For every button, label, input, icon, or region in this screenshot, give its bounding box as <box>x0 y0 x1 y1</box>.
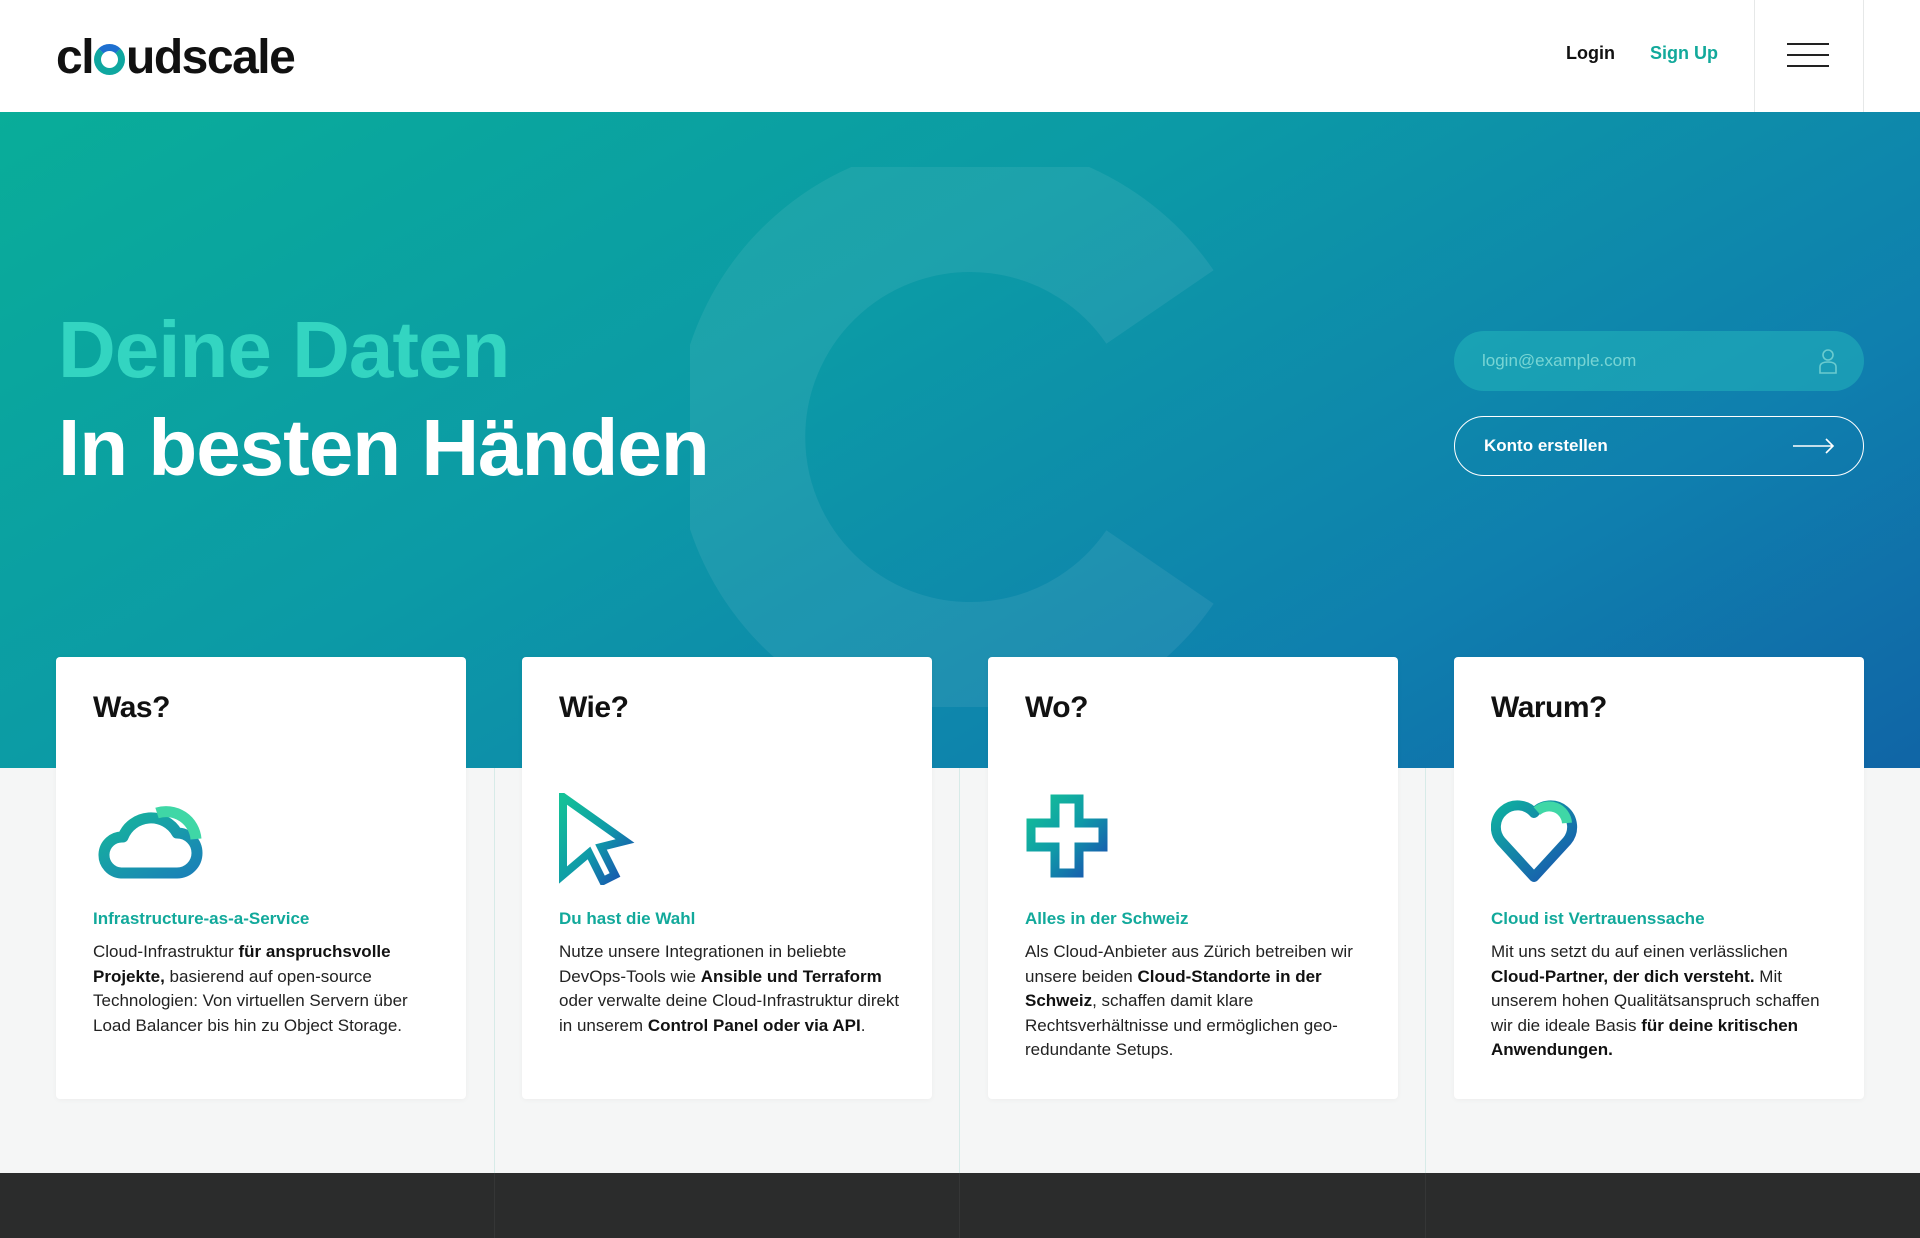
cursor-icon <box>559 793 635 885</box>
card-subtitle: Alles in der Schweiz <box>1025 909 1189 928</box>
card-text: . <box>860 1015 866 1035</box>
create-account-label: Konto erstellen <box>1484 436 1608 455</box>
card-description: Cloud-Infrastruktur für anspruchsvolle P… <box>93 940 438 1038</box>
background-c-ring-icon <box>690 167 1214 707</box>
feature-card-was: Was? Infrastructure-as-a-Service Cloud-I… <box>56 657 466 1099</box>
card-text-bold: Control Panel oder via API <box>647 1015 861 1035</box>
footer-divider <box>494 1173 495 1238</box>
signup-link[interactable]: Sign Up <box>1650 43 1718 64</box>
hamburger-menu-icon-bar <box>1787 65 1829 67</box>
card-subtitle: Du hast die Wahl <box>559 909 696 928</box>
card-description: Als Cloud-Anbieter aus Zürich betreiben … <box>1025 940 1370 1063</box>
card-heading: Was? <box>93 691 170 724</box>
email-input[interactable] <box>1454 331 1864 391</box>
feature-card-wie: Wie? Du hast die Wahl Nutze unsere Integ… <box>522 657 932 1099</box>
card-description: Mit uns setzt du auf einen verlässlichen… <box>1491 940 1836 1063</box>
hamburger-menu-icon-bar <box>1787 54 1829 56</box>
arrow-right-icon <box>1793 438 1835 454</box>
cloud-icon <box>98 806 203 879</box>
cloudscale-logo[interactable]: cl udscale <box>56 30 296 85</box>
site-header: cl udscale Login Sign Up <box>0 0 1920 112</box>
hamburger-menu-button[interactable] <box>1755 0 1863 112</box>
footer-band <box>0 1173 1920 1238</box>
card-text: Cloud-Infrastruktur <box>93 942 239 961</box>
header-divider <box>1863 0 1864 112</box>
card-subtitle: Infrastructure-as-a-Service <box>93 909 310 928</box>
footer-divider <box>1425 1173 1426 1238</box>
login-link[interactable]: Login <box>1566 43 1615 64</box>
swiss-cross-icon <box>1026 794 1108 878</box>
logo-ring-icon <box>94 44 126 75</box>
heart-icon <box>1491 800 1578 882</box>
card-text-bold: Ansible und Terraform <box>700 966 882 986</box>
column-divider <box>959 768 960 1173</box>
user-icon <box>1819 349 1837 374</box>
hero-title-line1: Deine Daten <box>58 305 510 394</box>
card-description: Nutze unsere Integrationen in beliebte D… <box>559 940 904 1038</box>
feature-card-warum: Warum? Cloud ist Vertrauenssache Mit uns… <box>1454 657 1864 1099</box>
logo-text-end: udscale <box>126 31 296 84</box>
column-divider <box>494 768 495 1173</box>
hamburger-menu-icon <box>1787 43 1829 45</box>
feature-card-wo: Wo? Alles in der Schweiz Als Cloud-Anbie… <box>988 657 1398 1099</box>
card-heading: Warum? <box>1491 691 1607 724</box>
card-heading: Wo? <box>1025 691 1088 724</box>
card-text-bold: Cloud-Partner, der dich versteht. <box>1491 966 1755 986</box>
card-text: Mit uns setzt du auf einen verlässlichen <box>1491 942 1788 961</box>
footer-divider <box>959 1173 960 1238</box>
hero-title-line2: In besten Händen <box>58 403 710 492</box>
logo-text-start: cl <box>56 31 95 84</box>
create-account-button[interactable]: Konto erstellen <box>1454 416 1864 476</box>
card-subtitle: Cloud ist Vertrauenssache <box>1491 909 1705 928</box>
card-heading: Wie? <box>559 691 629 724</box>
column-divider <box>1425 768 1426 1173</box>
